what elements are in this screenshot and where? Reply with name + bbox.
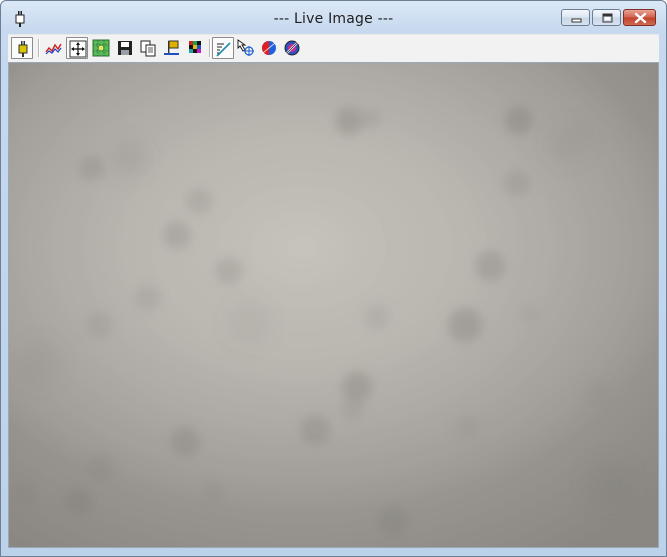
histogram-button[interactable] xyxy=(43,37,65,59)
color-balance-button[interactable] xyxy=(258,37,280,59)
toolbar-separator xyxy=(209,39,211,57)
histogram-icon xyxy=(45,43,62,55)
pointer-target-button[interactable] xyxy=(235,37,257,59)
live-image-view[interactable] xyxy=(8,62,659,548)
color-palette-icon xyxy=(189,41,201,53)
title-bar[interactable]: --- Live Image --- xyxy=(1,1,666,33)
copy-icon xyxy=(140,40,156,57)
microscope-image xyxy=(9,63,658,547)
color-palette-button[interactable] xyxy=(185,37,207,59)
camera-connect-button[interactable] xyxy=(11,37,33,59)
maximize-button[interactable] xyxy=(592,9,621,26)
close-icon xyxy=(634,12,647,24)
flag-marker-icon xyxy=(164,40,179,55)
fit-to-window-button[interactable] xyxy=(66,37,88,59)
minimize-button[interactable] xyxy=(561,9,590,26)
toolbar xyxy=(8,34,659,62)
crosshair-grid-button[interactable] xyxy=(90,37,112,59)
maximize-icon xyxy=(602,13,613,23)
line-profile-button[interactable] xyxy=(212,37,234,59)
fit-to-window-icon xyxy=(69,40,87,58)
pointer-target-icon xyxy=(237,39,254,56)
toolbar-separator xyxy=(38,39,40,57)
camera-connect-icon xyxy=(18,41,28,57)
copy-button[interactable] xyxy=(137,37,159,59)
minimize-icon xyxy=(571,18,582,23)
flag-marker-button[interactable] xyxy=(161,37,183,59)
color-balance-icon xyxy=(262,41,276,55)
filter-wheel-button[interactable] xyxy=(281,37,303,59)
crosshair-grid-icon xyxy=(92,39,110,57)
filter-wheel-icon xyxy=(284,40,300,56)
close-button[interactable] xyxy=(623,9,656,26)
save-icon xyxy=(118,41,132,55)
window-controls xyxy=(561,9,656,26)
live-image-window: --- Live Image --- xyxy=(0,0,667,557)
line-profile-icon xyxy=(216,42,231,57)
save-button[interactable] xyxy=(114,37,136,59)
